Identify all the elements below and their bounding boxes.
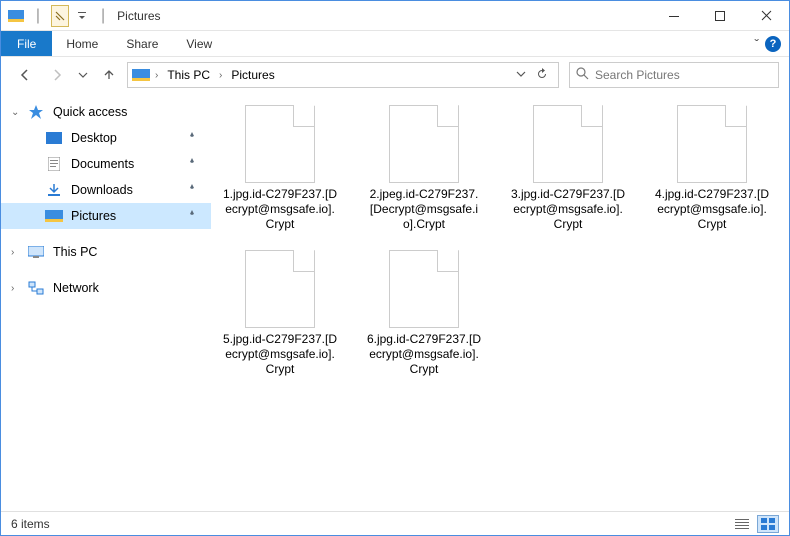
qat-separator: | bbox=[29, 7, 47, 25]
generic-file-icon bbox=[389, 250, 459, 328]
chevron-right-icon[interactable]: › bbox=[152, 70, 161, 81]
generic-file-icon bbox=[245, 250, 315, 328]
quick-access-icon bbox=[27, 103, 45, 121]
breadcrumb-this-pc[interactable]: This PC bbox=[163, 68, 214, 82]
download-icon bbox=[45, 181, 63, 199]
sidebar-item-desktop[interactable]: Desktop bbox=[1, 125, 211, 151]
sidebar-item-downloads[interactable]: Downloads bbox=[1, 177, 211, 203]
generic-file-icon bbox=[677, 105, 747, 183]
sidebar-item-label: This PC bbox=[53, 245, 97, 259]
sidebar-item-network[interactable]: › Network bbox=[1, 275, 211, 301]
tab-share[interactable]: Share bbox=[112, 31, 172, 56]
file-item[interactable]: 4.jpg.id-C279F237.[Decrypt@msgsafe.io].C… bbox=[653, 105, 771, 232]
file-name-label: 6.jpg.id-C279F237.[Decrypt@msgsafe.io].C… bbox=[365, 332, 483, 377]
breadcrumb-history-icon[interactable] bbox=[516, 68, 526, 83]
sidebar-item-label: Pictures bbox=[71, 209, 116, 223]
pin-icon bbox=[187, 131, 197, 145]
file-name-label: 1.jpg.id-C279F237.[Decrypt@msgsafe.io].C… bbox=[221, 187, 339, 232]
quick-access-toolbar: | bbox=[1, 5, 97, 27]
tab-view[interactable]: View bbox=[172, 31, 226, 56]
breadcrumb-pictures[interactable]: Pictures bbox=[227, 68, 278, 82]
window-title: Pictures bbox=[109, 9, 651, 23]
window-controls bbox=[651, 1, 789, 30]
sidebar-item-documents[interactable]: Documents bbox=[1, 151, 211, 177]
file-item[interactable]: 3.jpg.id-C279F237.[Decrypt@msgsafe.io].C… bbox=[509, 105, 627, 232]
tab-home[interactable]: Home bbox=[52, 31, 112, 56]
pin-icon bbox=[187, 209, 197, 223]
sidebar-item-label: Desktop bbox=[71, 131, 117, 145]
sidebar-item-quick-access[interactable]: ⌄ Quick access bbox=[1, 99, 211, 125]
search-placeholder: Search Pictures bbox=[595, 68, 680, 82]
status-item-count: 6 items bbox=[11, 517, 50, 531]
pictures-icon bbox=[45, 207, 63, 225]
forward-button[interactable] bbox=[43, 61, 71, 89]
file-item[interactable]: 2.jpeg.id-C279F237.[Decrypt@msgsafe.io].… bbox=[365, 105, 483, 232]
generic-file-icon bbox=[389, 105, 459, 183]
help-icon[interactable]: ? bbox=[765, 36, 781, 52]
file-name-label: 3.jpg.id-C279F237.[Decrypt@msgsafe.io].C… bbox=[509, 187, 627, 232]
file-list[interactable]: 1.jpg.id-C279F237.[Decrypt@msgsafe.io].C… bbox=[211, 93, 789, 511]
chevron-right-icon[interactable]: › bbox=[216, 70, 225, 81]
breadcrumb[interactable]: › This PC › Pictures bbox=[127, 62, 559, 88]
pin-icon bbox=[187, 183, 197, 197]
qat-properties-button[interactable] bbox=[51, 5, 69, 27]
file-item[interactable]: 6.jpg.id-C279F237.[Decrypt@msgsafe.io].C… bbox=[365, 250, 483, 377]
sidebar-item-pictures[interactable]: Pictures bbox=[1, 203, 211, 229]
file-name-label: 4.jpg.id-C279F237.[Decrypt@msgsafe.io].C… bbox=[653, 187, 771, 232]
refresh-icon[interactable] bbox=[536, 68, 548, 83]
titlebar-separator: | bbox=[97, 7, 109, 25]
titlebar: | | Pictures bbox=[1, 1, 789, 31]
large-icons-view-button[interactable] bbox=[757, 515, 779, 533]
close-button[interactable] bbox=[743, 1, 789, 30]
maximize-button[interactable] bbox=[697, 1, 743, 30]
back-button[interactable] bbox=[11, 61, 39, 89]
this-pc-icon bbox=[27, 243, 45, 261]
chevron-down-icon[interactable]: ⌄ bbox=[11, 107, 19, 118]
document-icon bbox=[45, 155, 63, 173]
sidebar-item-label: Quick access bbox=[53, 105, 127, 119]
status-bar: 6 items bbox=[1, 511, 789, 535]
search-input[interactable]: Search Pictures bbox=[569, 62, 779, 88]
desktop-icon bbox=[45, 129, 63, 147]
file-item[interactable]: 1.jpg.id-C279F237.[Decrypt@msgsafe.io].C… bbox=[221, 105, 339, 232]
navigation-pane: ⌄ Quick access Desktop Documents Downloa… bbox=[1, 93, 211, 511]
qat-dropdown-icon[interactable] bbox=[73, 7, 91, 25]
file-tab[interactable]: File bbox=[1, 31, 52, 56]
sidebar-item-label: Documents bbox=[71, 157, 134, 171]
pin-icon bbox=[187, 157, 197, 171]
network-icon bbox=[27, 279, 45, 297]
search-icon bbox=[576, 67, 589, 83]
file-name-label: 5.jpg.id-C279F237.[Decrypt@msgsafe.io].C… bbox=[221, 332, 339, 377]
ribbon-tabs: File Home Share View ˇ ? bbox=[1, 31, 789, 57]
chevron-right-icon[interactable]: › bbox=[11, 247, 14, 258]
generic-file-icon bbox=[245, 105, 315, 183]
explorer-body: ⌄ Quick access Desktop Documents Downloa… bbox=[1, 93, 789, 511]
sidebar-item-label: Downloads bbox=[71, 183, 133, 197]
generic-file-icon bbox=[533, 105, 603, 183]
sidebar-item-this-pc[interactable]: › This PC bbox=[1, 239, 211, 265]
minimize-button[interactable] bbox=[651, 1, 697, 30]
breadcrumb-folder-icon bbox=[132, 68, 150, 82]
sidebar-item-label: Network bbox=[53, 281, 99, 295]
explorer-icon bbox=[7, 7, 25, 25]
address-bar: › This PC › Pictures Search Pictures bbox=[1, 57, 789, 93]
details-view-button[interactable] bbox=[731, 515, 753, 533]
file-item[interactable]: 5.jpg.id-C279F237.[Decrypt@msgsafe.io].C… bbox=[221, 250, 339, 377]
chevron-right-icon[interactable]: › bbox=[11, 283, 14, 294]
recent-locations-icon[interactable] bbox=[75, 61, 91, 89]
ribbon-collapse-icon[interactable]: ˇ bbox=[754, 36, 759, 52]
file-name-label: 2.jpeg.id-C279F237.[Decrypt@msgsafe.io].… bbox=[365, 187, 483, 232]
up-button[interactable] bbox=[95, 61, 123, 89]
